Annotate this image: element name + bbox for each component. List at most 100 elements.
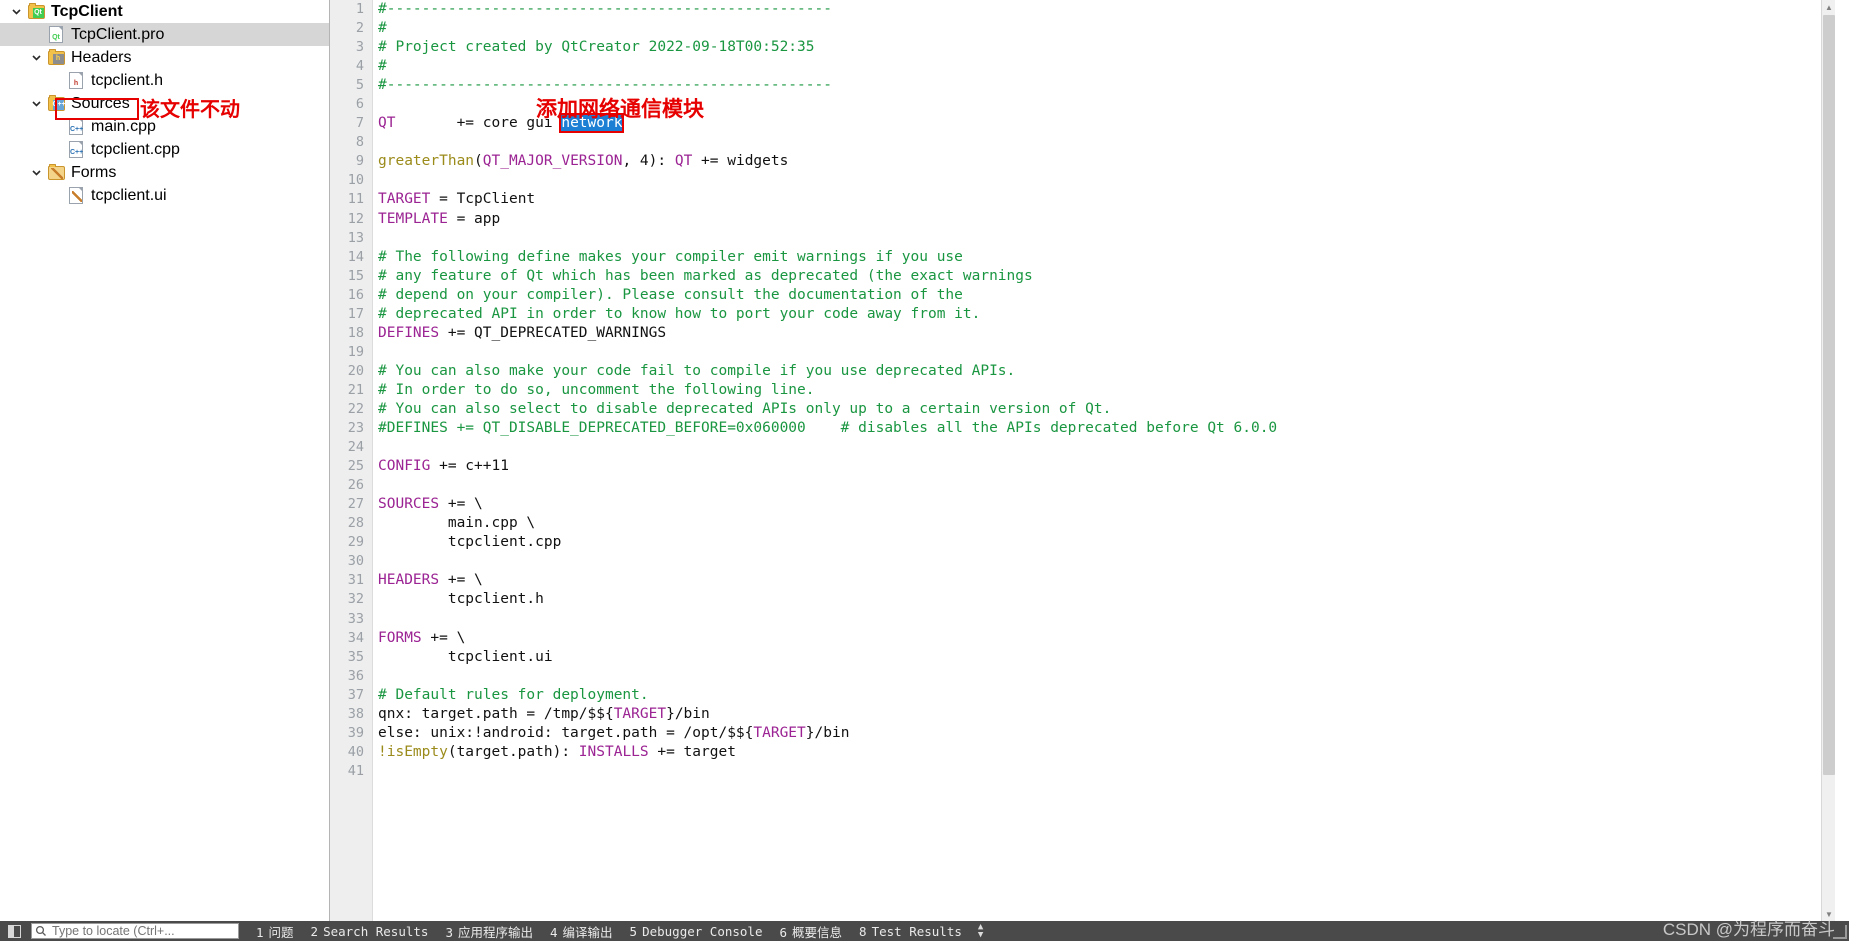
status-bar[interactable]: 1问题 2Search Results 3应用程序输出 4编译输出 5Debugger …	[0, 920, 1849, 941]
output-pane-index: 5	[629, 923, 638, 939]
folder-forms-icon	[46, 163, 66, 182]
code-line[interactable]: 8	[330, 133, 1277, 152]
scrollbar-thumb[interactable]	[1823, 15, 1835, 775]
code-line[interactable]: 34 FORMS += \	[330, 629, 1277, 648]
line-number: 33	[347, 610, 364, 627]
code-line[interactable]: 5 #--------------------------------------…	[330, 76, 1277, 95]
tree-item-tcpclient-ui[interactable]: tcpclient.ui	[0, 184, 329, 207]
line-number: 2	[355, 20, 364, 37]
code-line[interactable]: 29 tcpclient.cpp	[330, 533, 1277, 552]
code-token: else: unix:!android: target.path = /opt/…	[378, 724, 754, 741]
code-token: += \	[439, 572, 483, 589]
code-line[interactable]: 9 greaterThan(QT_MAJOR_VERSION, 4): QT +=…	[330, 152, 1277, 171]
code-line[interactable]: 21 # In order to do so, uncomment the fol…	[330, 381, 1277, 400]
scroll-up-arrow[interactable]: ▲	[1822, 0, 1835, 14]
tree-item-tcpclient-pro[interactable]: Qt TcpClient.pro	[0, 23, 329, 46]
code-token: TARGET	[613, 705, 667, 722]
tree-item-tcpclient-cpp[interactable]: C++ tcpclient.cpp	[0, 138, 329, 161]
code-line[interactable]: 36	[330, 667, 1277, 686]
output-pane-button[interactable]: 1 问题	[256, 922, 294, 941]
chevron-down-icon[interactable]	[26, 52, 46, 63]
code-line[interactable]: 13	[330, 229, 1277, 248]
output-pane-button[interactable]: 6 概要信息	[779, 922, 842, 941]
code-line[interactable]: 40 !isEmpty(target.path): INSTALLS += tar…	[330, 743, 1277, 762]
code-token: !isEmpty	[378, 743, 448, 760]
code-line[interactable]: 2 #	[330, 19, 1277, 38]
line-number: 3	[355, 39, 364, 56]
code-line[interactable]: 22 # You can also select to disable depre…	[330, 400, 1277, 419]
code-line[interactable]: 17 # deprecated API in order to know how …	[330, 305, 1277, 324]
code-line[interactable]: 24	[330, 438, 1277, 457]
output-pane-button[interactable]: 8 Test Results	[859, 924, 962, 939]
code-token: tcpclient.cpp	[378, 534, 562, 551]
code-line[interactable]: 12 TEMPLATE = app	[330, 210, 1277, 229]
code-line[interactable]: 10	[330, 171, 1277, 190]
code-token: QT	[674, 153, 693, 170]
tree-item-headers[interactable]: h Headers	[0, 46, 329, 69]
code-line[interactable]: 31 HEADERS += \	[330, 571, 1277, 590]
code-line[interactable]: 15 # any feature of Qt which has been mar…	[330, 267, 1277, 286]
chevron-down-icon[interactable]	[26, 98, 46, 109]
code-line[interactable]: 41	[330, 762, 1277, 781]
code-line-text: else: unix:!android: target.path = /opt/…	[372, 724, 849, 743]
code-token: # You can also select to disable depreca…	[378, 400, 1112, 417]
output-pane-button[interactable]: 2 Search Results	[311, 924, 429, 939]
code-token: , 4):	[622, 153, 675, 170]
code-line[interactable]: 4 #	[330, 57, 1277, 76]
code-line[interactable]: 20 # You can also make your code fail to …	[330, 362, 1277, 381]
line-number: 10	[347, 172, 364, 189]
locator-field[interactable]	[31, 923, 239, 939]
code-line[interactable]: 16 # depend on your compiler). Please con…	[330, 286, 1277, 305]
code-line[interactable]: 38 qnx: target.path = /tmp/$${TARGET}/bin	[330, 705, 1277, 724]
code-line[interactable]: 27 SOURCES += \	[330, 495, 1277, 514]
tree-item-label: Headers	[71, 48, 132, 66]
code-line[interactable]: 39 else: unix:!android: target.path = /op…	[330, 724, 1277, 743]
code-content[interactable]: 1 #--------------------------------------…	[330, 0, 1277, 781]
code-editor[interactable]: 1 #--------------------------------------…	[330, 0, 1835, 921]
qt-creator-window: Qt TcpClient Qt TcpClient.pro h Headers h tcpcl…	[0, 0, 1849, 941]
locator-input[interactable]	[50, 923, 234, 939]
code-line-text: TARGET = TcpClient	[372, 190, 535, 209]
code-line[interactable]: 37 # Default rules for deployment.	[330, 686, 1277, 705]
annotation-text-editor: 添加网络通信模块	[536, 97, 704, 121]
output-pane-updown-button[interactable]: ▲ ▼	[978, 923, 983, 940]
code-line[interactable]: 33	[330, 610, 1277, 629]
code-line[interactable]: 3 # Project created by QtCreator 2022-09-…	[330, 38, 1277, 57]
code-token: TARGET	[378, 191, 431, 208]
code-line[interactable]: 18 DEFINES += QT_DEPRECATED_WARNINGS	[330, 324, 1277, 343]
tree-item-tcpclient-h[interactable]: h tcpclient.h	[0, 69, 329, 92]
code-line[interactable]: 25 CONFIG += c++11	[330, 457, 1277, 476]
code-line[interactable]: 23 #DEFINES += QT_DISABLE_DEPRECATED_BEFO…	[330, 419, 1277, 438]
code-line[interactable]: 1 #--------------------------------------…	[330, 0, 1277, 19]
code-token: #---------------------------------------…	[378, 1, 832, 17]
code-line[interactable]: 35 tcpclient.ui	[330, 648, 1277, 667]
line-number: 28	[347, 515, 364, 532]
code-line[interactable]: 7 QT += core gui network	[330, 113, 1277, 134]
code-line[interactable]: 26	[330, 476, 1277, 495]
editor-vertical-scrollbar[interactable]: ▲ ▼	[1821, 0, 1835, 921]
code-line[interactable]: 28 main.cpp \	[330, 514, 1277, 533]
code-line[interactable]: 6	[330, 95, 1277, 114]
output-pane-button[interactable]: 3 应用程序输出	[445, 922, 533, 941]
folder-headers-icon: h	[47, 48, 65, 65]
code-line[interactable]: 32 tcpclient.h	[330, 590, 1277, 609]
output-pane-button[interactable]: 5 Debugger Console	[630, 924, 763, 939]
tree-item-tcpclient[interactable]: Qt TcpClient	[0, 0, 329, 23]
code-token: tcpclient.h	[378, 591, 544, 608]
output-pane-buttons[interactable]: 1 问题 2 Search Results 3 应用程序输出 4 编译输出 5 Debugger …	[239, 922, 962, 941]
tree-item-label: tcpclient.h	[91, 71, 164, 89]
chevron-down-icon[interactable]	[6, 6, 26, 17]
file-cpp-icon: C++	[66, 141, 86, 159]
code-line[interactable]: 30	[330, 552, 1277, 571]
window-resize-grip[interactable]	[1833, 925, 1847, 939]
toggle-sidebar-button[interactable]	[3, 923, 25, 939]
code-line[interactable]: 11 TARGET = TcpClient	[330, 190, 1277, 209]
chevron-down-icon[interactable]	[26, 167, 46, 178]
output-pane-label: 问题	[268, 924, 294, 940]
output-pane-button[interactable]: 4 编译输出	[550, 922, 613, 941]
code-line[interactable]: 19	[330, 343, 1277, 362]
code-line[interactable]: 14 # The following define makes your comp…	[330, 248, 1277, 267]
project-tree-sidebar[interactable]: Qt TcpClient Qt TcpClient.pro h Headers h tcpcl…	[0, 0, 330, 921]
line-number: 9	[355, 153, 364, 170]
tree-item-forms[interactable]: Forms	[0, 161, 329, 184]
